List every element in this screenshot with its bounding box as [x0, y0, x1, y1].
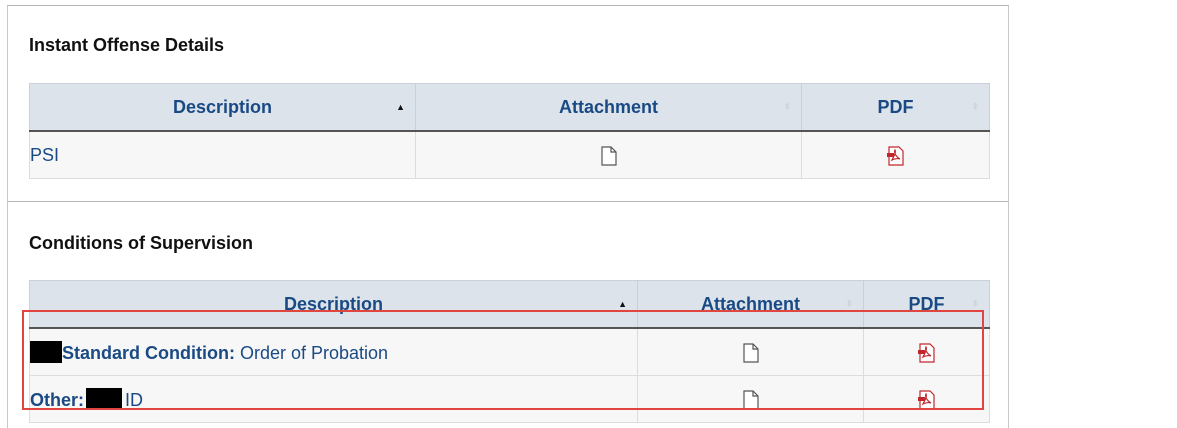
pdf-column-header[interactable]: PDF ⬍: [801, 83, 990, 132]
table-header-row: Description ▲ Attachment ⬍ PDF ⬍: [29, 280, 990, 329]
sort-asc-icon[interactable]: ▲: [618, 299, 627, 309]
table-row: PSI: [29, 130, 990, 179]
file-icon[interactable]: [742, 341, 760, 363]
condition-value[interactable]: ID: [125, 390, 143, 410]
redaction-block: [86, 387, 122, 410]
description-cell[interactable]: Other: ID: [29, 375, 638, 423]
pdf-column-header[interactable]: PDF ⬍: [863, 280, 990, 329]
attachment-cell: [637, 375, 864, 423]
conditions-table: Description ▲ Attachment ⬍ PDF ⬍ Standar…: [29, 280, 990, 423]
sort-asc-icon[interactable]: ▲: [396, 102, 405, 112]
attachment-column-header[interactable]: Attachment ⬍: [637, 280, 864, 329]
pdf-cell: [863, 375, 990, 423]
table-row: Other: ID: [29, 375, 990, 423]
column-label: PDF: [908, 293, 945, 314]
description-cell[interactable]: Standard Condition: Order of Probation: [29, 327, 638, 376]
sort-icon[interactable]: ⬍: [845, 299, 853, 310]
table-row: Standard Condition: Order of Probation: [29, 327, 990, 376]
file-icon[interactable]: [600, 144, 618, 166]
column-label: Attachment: [700, 293, 800, 314]
pdf-cell: [863, 327, 990, 376]
file-icon[interactable]: [742, 388, 760, 410]
condition-label[interactable]: Other:: [30, 390, 84, 410]
sort-icon[interactable]: ⬍: [971, 299, 979, 310]
column-label: Description: [283, 293, 384, 314]
instant-offense-panel: Instant Offense Details Description ▲ At…: [7, 5, 1009, 202]
sort-icon[interactable]: ⬍: [783, 102, 791, 113]
description-column-header[interactable]: Description ▲: [29, 83, 416, 132]
column-label: PDF: [877, 96, 914, 117]
pdf-icon[interactable]: [917, 388, 937, 410]
condition-label[interactable]: Standard Condition:: [62, 343, 235, 363]
instant-offense-table: Description ▲ Attachment ⬍ PDF ⬍ PSI: [29, 83, 990, 179]
column-label: Description: [172, 96, 273, 117]
description-column-header[interactable]: Description ▲: [29, 280, 638, 329]
description-link[interactable]: PSI: [30, 145, 59, 165]
condition-value[interactable]: Order of Probation: [235, 343, 388, 363]
section-title: Instant Offense Details: [29, 35, 225, 55]
table-header-row: Description ▲ Attachment ⬍ PDF ⬍: [29, 83, 990, 132]
attachment-cell: [637, 327, 864, 376]
attachment-cell: [415, 130, 802, 179]
description-cell[interactable]: PSI: [29, 130, 416, 179]
section-title: Conditions of Supervision: [29, 233, 253, 253]
sort-icon[interactable]: ⬍: [971, 102, 979, 113]
conditions-panel: Conditions of Supervision Description ▲ …: [7, 201, 1009, 428]
pdf-icon[interactable]: [917, 341, 937, 363]
column-label: Attachment: [558, 96, 658, 117]
redaction-block: [30, 340, 62, 363]
attachment-column-header[interactable]: Attachment ⬍: [415, 83, 802, 132]
pdf-cell: [801, 130, 990, 179]
pdf-icon[interactable]: [886, 144, 906, 166]
